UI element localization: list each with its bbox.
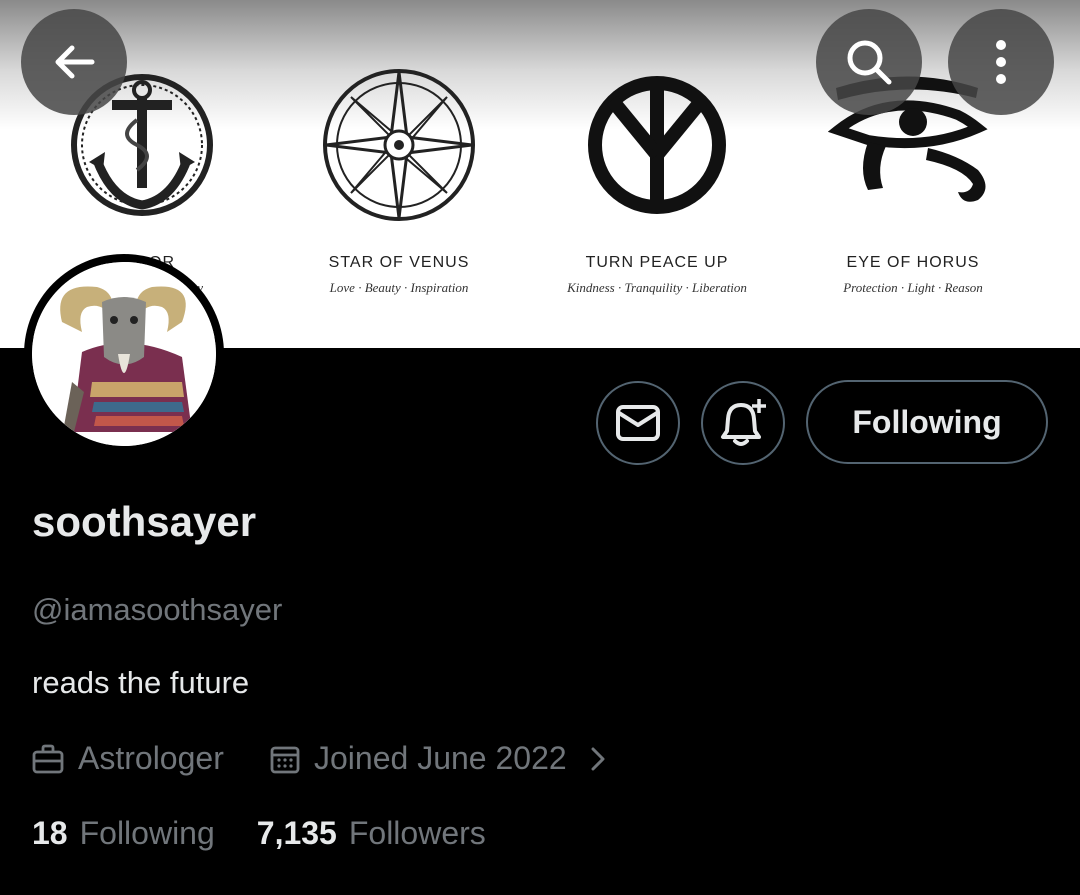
symbol-subtitle: Love · Beauty · Inspiration bbox=[329, 280, 469, 295]
symbol-title: TURN PEACE UP bbox=[585, 254, 729, 271]
following-count: 18 bbox=[32, 815, 68, 851]
notifications-button[interactable] bbox=[701, 381, 785, 465]
display-name: soothsayer bbox=[32, 498, 257, 545]
handle: @iamasoothsayer bbox=[32, 592, 283, 627]
joined-date[interactable]: Joined June 2022 bbox=[270, 740, 609, 777]
search-button[interactable] bbox=[816, 9, 922, 115]
avatar[interactable] bbox=[24, 254, 224, 454]
followers-count: 7,135 bbox=[256, 815, 337, 851]
joined-label: Joined June 2022 bbox=[314, 740, 567, 776]
follow-stats: 18 Following 7,135 Followers bbox=[32, 815, 486, 852]
envelope-icon bbox=[616, 405, 660, 441]
profession-label: Astrologer bbox=[78, 740, 224, 776]
following-label: Following bbox=[79, 815, 215, 851]
bell-plus-icon bbox=[721, 399, 766, 446]
profession: Astrologer bbox=[32, 740, 224, 777]
symbol-title: EYE OF HORUS bbox=[846, 254, 980, 271]
following-button[interactable]: Following bbox=[806, 380, 1048, 464]
peace-icon bbox=[572, 60, 742, 230]
more-vertical-icon bbox=[996, 40, 1006, 84]
followers-stat[interactable]: 7,135 Followers bbox=[257, 815, 486, 852]
following-stat[interactable]: 18 Following bbox=[32, 815, 215, 852]
symbol-title: STAR OF VENUS bbox=[328, 254, 470, 271]
back-button[interactable] bbox=[21, 9, 127, 115]
more-options-button[interactable] bbox=[948, 9, 1054, 115]
message-button[interactable] bbox=[596, 381, 680, 465]
bio: reads the future bbox=[32, 665, 250, 700]
back-arrow-icon bbox=[55, 45, 95, 79]
avatar-image bbox=[32, 262, 216, 446]
symbol-subtitle: Kindness · Tranquility · Liberation bbox=[567, 280, 747, 295]
symbol-subtitle: Protection · Light · Reason bbox=[843, 280, 983, 295]
followers-label: Followers bbox=[348, 815, 486, 851]
briefcase-icon bbox=[32, 744, 64, 773]
chevron-right-icon bbox=[591, 747, 605, 770]
search-icon bbox=[847, 40, 892, 85]
compass-star-icon bbox=[314, 60, 484, 230]
calendar-icon bbox=[270, 746, 300, 773]
